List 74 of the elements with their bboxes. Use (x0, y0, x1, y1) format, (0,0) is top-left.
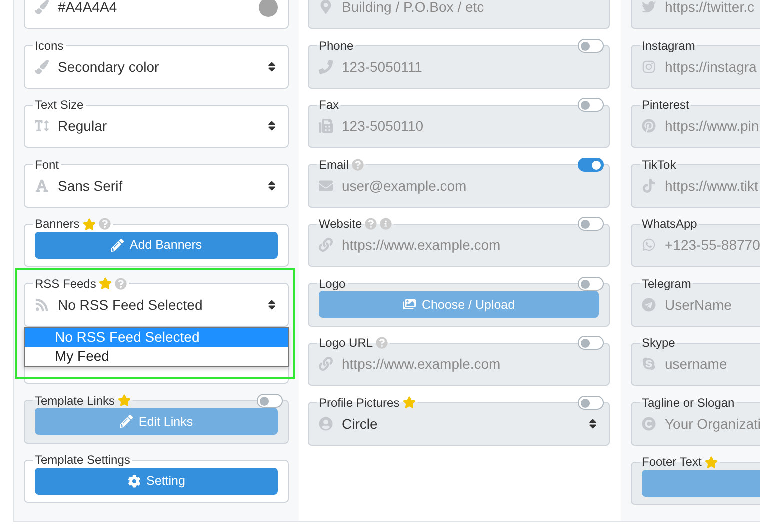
field-placeholder: UserName (665, 296, 732, 312)
camera-icon (642, 60, 656, 74)
field-placeholder: 123-5050111 (342, 58, 422, 74)
field-label: Text Size (35, 98, 84, 112)
field-label: Icons (35, 38, 64, 52)
field-label: RSS Feeds (35, 276, 96, 290)
field-label: Skype (642, 336, 676, 350)
color-value: #A4A4A4 (58, 0, 118, 15)
pencil-icon (120, 415, 133, 428)
select-field[interactable]: Sans Serif (35, 172, 278, 200)
sort-icon (266, 60, 278, 72)
field-label: Banners (35, 217, 80, 231)
brush-icon (35, 0, 49, 14)
field-label: Template Settings (35, 453, 130, 467)
field-label: Template Links (35, 394, 116, 408)
pin-icon (642, 119, 656, 133)
help-icon[interactable] (115, 278, 128, 290)
field-label: Footer Text (642, 455, 702, 469)
paper-plane-icon (642, 298, 656, 312)
sort-icon (266, 298, 278, 310)
field-label: Font (35, 158, 60, 172)
field-placeholder: https://twitter.c (665, 0, 754, 15)
field-label: WhatsApp (642, 217, 698, 231)
field-label: Instagram (642, 38, 696, 52)
field-placeholder: https://www.example.com (342, 237, 501, 253)
field-placeholder: +123-55-88770 (665, 237, 760, 253)
field-label: Website (319, 217, 362, 231)
field-label: Telegram (642, 276, 692, 290)
select-field[interactable]: No RSS Feed Selected (35, 290, 278, 318)
field-placeholder: https://www.example.com (342, 356, 501, 372)
field-placeholder: https://www.tikt (665, 178, 758, 194)
field-placeholder: user@example.com (342, 178, 467, 194)
field-label: Fax (319, 98, 340, 112)
fax-icon (319, 119, 333, 133)
brush-icon (35, 60, 49, 74)
images-icon (402, 298, 416, 311)
phone-icon (319, 60, 333, 74)
bird-icon (642, 0, 656, 14)
field-placeholder: username (665, 356, 728, 372)
user-icon (319, 416, 333, 430)
field-label: Logo (319, 276, 346, 290)
settings-icon (128, 474, 141, 488)
field-placeholder: Your Organizati (665, 416, 760, 432)
select-field[interactable]: Regular (35, 112, 278, 140)
field-placeholder: 123-5050110 (342, 118, 424, 134)
field-placeholder: https://instagra (665, 58, 757, 74)
font-icon (35, 178, 49, 192)
sort-icon (266, 180, 278, 192)
field-label: Profile Pictures (319, 396, 400, 410)
help-icon[interactable] (98, 218, 111, 230)
field-label: Phone (319, 38, 354, 52)
color-swatch[interactable] (259, 0, 278, 16)
field-label: Pinterest (642, 98, 690, 112)
field-placeholder: Building / P.O.Box / etc (342, 0, 484, 15)
map-pin-icon (319, 0, 333, 14)
link-icon (319, 238, 333, 252)
field-placeholder: https://www.pin (665, 118, 760, 134)
link-icon (319, 357, 333, 371)
copyright-icon (642, 416, 656, 430)
pencil-icon (110, 238, 124, 252)
sort-icon (587, 418, 599, 430)
field-label: Tagline or Slogan (642, 396, 735, 410)
dropdown-option[interactable]: My Feed (25, 346, 288, 366)
text-height-icon (35, 119, 49, 133)
skype-icon (642, 357, 656, 371)
field-label: Logo URL (319, 336, 374, 350)
field-label: Email (319, 158, 350, 172)
field-label: TikTok (642, 158, 676, 172)
chat-phone-icon (642, 238, 656, 252)
note-icon (642, 178, 656, 192)
sort-icon (266, 120, 278, 132)
rss-icon (35, 298, 49, 312)
select-field[interactable]: Secondary color (35, 52, 278, 80)
envelope-icon (319, 178, 333, 192)
